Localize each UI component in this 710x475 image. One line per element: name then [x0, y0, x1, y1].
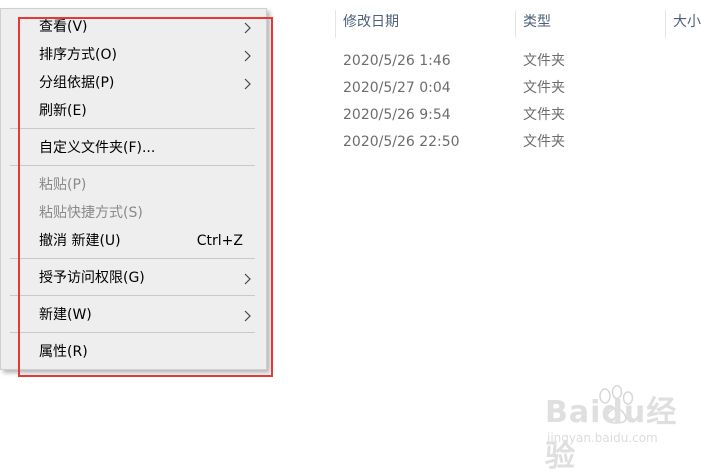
row-date: 2020/5/26 22:50: [343, 134, 460, 150]
row-type: 文件夹: [523, 80, 565, 96]
row-type: 文件夹: [523, 53, 565, 69]
highlight-box: [18, 17, 273, 377]
row-type: 文件夹: [523, 107, 565, 123]
column-header-size[interactable]: 大小: [665, 10, 710, 38]
row-type: 文件夹: [523, 134, 565, 150]
row-date: 2020/5/26 9:54: [343, 107, 451, 123]
column-header-date[interactable]: 修改日期: [335, 10, 517, 38]
row-date: 2020/5/27 0:04: [343, 80, 451, 96]
row-date: 2020/5/26 1:46: [343, 53, 451, 69]
column-header-type[interactable]: 类型: [515, 10, 665, 38]
watermark: Baidu经验 jingyan.baidu.com: [545, 384, 705, 474]
watermark-url: jingyan.baidu.com: [547, 431, 658, 445]
